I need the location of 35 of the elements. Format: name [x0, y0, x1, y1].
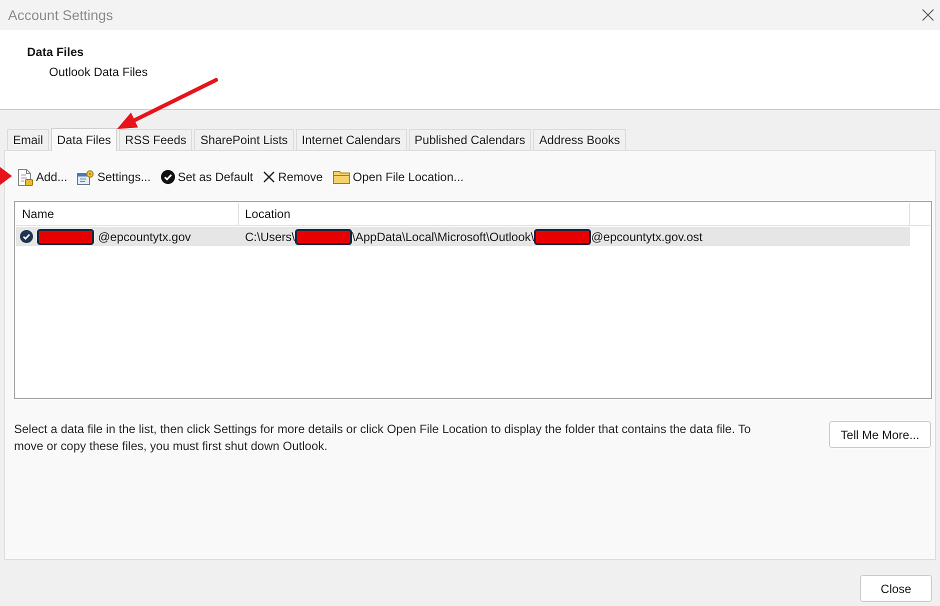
cross-icon: [263, 171, 276, 183]
folder-icon: [332, 170, 350, 184]
tab[interactable]: SharePoint Lists: [194, 129, 294, 150]
table-row[interactable]: @epcountytx.gov C:\Users\ \AppData\Local\Microsoft\Outlook\ @epcountytx.gov.ost: [16, 227, 910, 246]
document-icon: [17, 168, 33, 186]
add-button[interactable]: Add...: [17, 168, 68, 186]
help-text: Select a data file in the list, then click Settings for more details or click Open File Location to display the folder that contains the data file. To move or copy these files, you must first shut down Outlook.: [14, 421, 752, 455]
annotation-arrow: [0, 167, 12, 185]
remove-button[interactable]: Remove: [263, 168, 323, 186]
settings-button[interactable]: Settings...: [77, 168, 151, 186]
section-title: Data Files: [27, 44, 84, 60]
check-circle-icon: [160, 170, 175, 184]
tab[interactable]: RSS Feeds: [119, 129, 192, 150]
window-title: Account Settings: [8, 7, 114, 23]
tab[interactable]: Published Calendars: [408, 129, 532, 150]
close-button[interactable]: Close: [860, 575, 932, 602]
cell-text: @epcountytx.gov.ost: [591, 230, 702, 244]
tell-me-more-button[interactable]: Tell Me More...: [829, 421, 931, 448]
section-subtitle: Outlook Data Files: [49, 64, 148, 80]
set-default-button[interactable]: Set as Default: [160, 168, 254, 186]
redaction-bar: [295, 228, 352, 244]
column-header: Location: [239, 203, 910, 225]
tab[interactable]: Data Files: [51, 128, 118, 151]
tab[interactable]: Internet Calendars: [296, 129, 407, 150]
column-header: Name: [16, 203, 239, 225]
tab[interactable]: Email: [7, 129, 50, 150]
cell-text: \AppData\Local\Microsoft\Outlook\: [352, 230, 534, 244]
redaction-bar: [534, 228, 592, 244]
redaction-bar: [37, 228, 94, 244]
close-icon[interactable]: [922, 9, 934, 21]
settings-icon: [77, 170, 94, 184]
cell-text: C:\Users\: [245, 230, 296, 244]
tab[interactable]: Address Books: [533, 129, 626, 150]
cell-text: @epcountytx.gov: [98, 230, 191, 244]
open-file-location-button[interactable]: Open File Location...: [332, 168, 464, 186]
